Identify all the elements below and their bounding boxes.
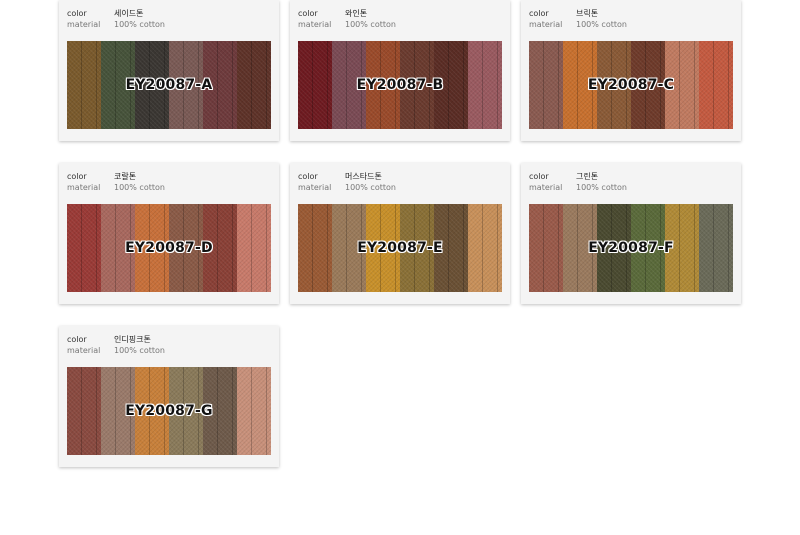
fabric-stripe — [237, 204, 271, 292]
material-label: material — [67, 20, 101, 29]
fabric-stripe — [631, 41, 665, 129]
fabric-swatch-image[interactable] — [298, 41, 502, 129]
fabric-stripe — [237, 367, 271, 455]
swatch-card-g[interactable]: color 인디핑크톤 material 100% cotton EY20087-G — [59, 326, 279, 467]
color-value: 인디핑크톤 — [114, 335, 151, 344]
material-value: 100% cotton — [576, 183, 627, 192]
fabric-stripe — [101, 204, 135, 292]
swatch-card-f[interactable]: color 그린톤 material 100% cotton EY20087-F — [521, 163, 741, 304]
fabric-stripe — [699, 204, 733, 292]
material-label: material — [529, 20, 563, 29]
swatch-card-b[interactable]: color 와인톤 material 100% cotton EY20087-B — [290, 0, 510, 141]
fabric-stripe — [529, 41, 563, 129]
fabric-stripe — [631, 204, 665, 292]
color-label: color — [298, 172, 318, 181]
fabric-stripe — [400, 41, 434, 129]
swatch-meta: color 브릭톤 material 100% cotton — [529, 8, 627, 30]
fabric-swatch-image[interactable] — [67, 204, 271, 292]
fabric-stripe — [169, 367, 203, 455]
fabric-stripe — [665, 204, 699, 292]
fabric-stripe — [135, 41, 169, 129]
fabric-swatch-image[interactable] — [298, 204, 502, 292]
fabric-swatch-image[interactable] — [67, 41, 271, 129]
material-value: 100% cotton — [114, 346, 165, 355]
fabric-stripe — [298, 204, 332, 292]
fabric-stripe — [665, 41, 699, 129]
color-label: color — [67, 9, 87, 18]
color-label: color — [529, 172, 549, 181]
color-value: 코랄톤 — [114, 172, 137, 181]
fabric-stripe — [135, 367, 169, 455]
fabric-stripe — [597, 204, 631, 292]
fabric-stripe — [67, 367, 101, 455]
fabric-stripe — [400, 204, 434, 292]
fabric-swatch-image[interactable] — [529, 41, 733, 129]
fabric-stripe — [366, 41, 400, 129]
fabric-stripe — [169, 41, 203, 129]
swatch-meta: color 세이드톤 material 100% cotton — [67, 8, 165, 30]
color-value: 브릭톤 — [576, 9, 599, 18]
fabric-stripe — [101, 367, 135, 455]
fabric-stripe — [203, 204, 237, 292]
fabric-stripe — [434, 41, 468, 129]
swatch-card-a[interactable]: color 세이드톤 material 100% cotton EY20087-A — [59, 0, 279, 141]
material-label: material — [67, 346, 101, 355]
color-label: color — [67, 172, 87, 181]
fabric-stripe — [434, 204, 468, 292]
material-value: 100% cotton — [345, 183, 396, 192]
fabric-stripe — [468, 204, 502, 292]
material-label: material — [298, 183, 332, 192]
color-value: 그린톤 — [576, 172, 599, 181]
swatch-meta: color 와인톤 material 100% cotton — [298, 8, 396, 30]
material-label: material — [529, 183, 563, 192]
fabric-swatch-image[interactable] — [529, 204, 733, 292]
fabric-stripe — [67, 204, 101, 292]
fabric-stripe — [468, 41, 502, 129]
color-label: color — [67, 335, 87, 344]
fabric-stripe — [169, 204, 203, 292]
material-label: material — [67, 183, 101, 192]
material-value: 100% cotton — [345, 20, 396, 29]
fabric-stripe — [203, 367, 237, 455]
swatch-meta: color 인디핑크톤 material 100% cotton — [67, 334, 165, 356]
swatch-card-d[interactable]: color 코랄톤 material 100% cotton EY20087-D — [59, 163, 279, 304]
material-label: material — [298, 20, 332, 29]
swatch-meta: color 코랄톤 material 100% cotton — [67, 171, 165, 193]
fabric-stripe — [563, 41, 597, 129]
fabric-stripe — [237, 41, 271, 129]
material-value: 100% cotton — [576, 20, 627, 29]
material-value: 100% cotton — [114, 20, 165, 29]
fabric-stripe — [203, 41, 237, 129]
color-value: 세이드톤 — [114, 9, 144, 18]
fabric-stripe — [298, 41, 332, 129]
fabric-stripe — [101, 41, 135, 129]
fabric-stripe — [366, 204, 400, 292]
fabric-stripe — [529, 204, 563, 292]
swatch-card-e[interactable]: color 머스타드톤 material 100% cotton EY20087-E — [290, 163, 510, 304]
fabric-stripe — [332, 41, 366, 129]
swatch-meta: color 머스타드톤 material 100% cotton — [298, 171, 396, 193]
color-label: color — [529, 9, 549, 18]
color-label: color — [298, 9, 318, 18]
material-value: 100% cotton — [114, 183, 165, 192]
color-value: 와인톤 — [345, 9, 368, 18]
swatch-meta: color 그린톤 material 100% cotton — [529, 171, 627, 193]
fabric-stripe — [597, 41, 631, 129]
fabric-stripe — [135, 204, 169, 292]
fabric-stripe — [699, 41, 733, 129]
swatch-card-c[interactable]: color 브릭톤 material 100% cotton EY20087-C — [521, 0, 741, 141]
color-value: 머스타드톤 — [345, 172, 382, 181]
fabric-stripe — [332, 204, 366, 292]
fabric-stripe — [563, 204, 597, 292]
fabric-stripe — [67, 41, 101, 129]
fabric-swatch-image[interactable] — [67, 367, 271, 455]
